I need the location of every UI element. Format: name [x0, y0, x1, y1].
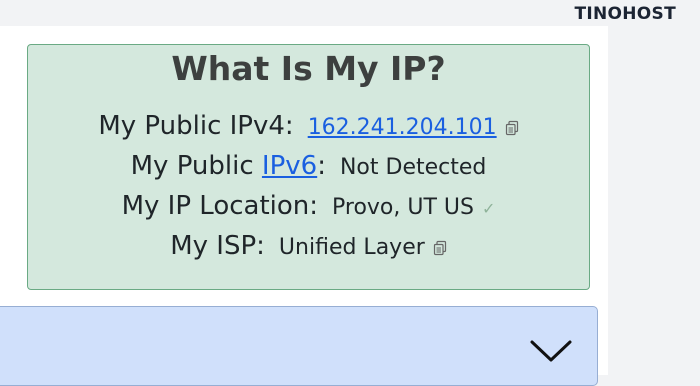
- copy-icon[interactable]: [505, 117, 519, 136]
- chevron-down-icon[interactable]: [529, 338, 573, 364]
- isp-value-group: Unified Layer: [279, 235, 447, 260]
- isp-row: My ISP: Unified Layer: [28, 231, 589, 261]
- check-icon: ✓: [481, 199, 496, 218]
- ip-info-card: What Is My IP? My Public IPv4: 162.241.2…: [27, 44, 590, 290]
- copy-icon[interactable]: [433, 237, 447, 256]
- brand-prefix: TINO: [574, 4, 623, 24]
- location-value: Provo, UT US: [332, 195, 474, 220]
- isp-value: Unified Layer: [278, 235, 425, 260]
- top-strip: TINOHOST: [0, 0, 700, 26]
- ipv4-label: My Public IPv4:: [98, 111, 294, 141]
- ipv6-row: My Public IPv6: Not Detected: [28, 151, 589, 181]
- location-label: My IP Location:: [121, 191, 319, 221]
- location-value-group: Provo, UT US ✓: [332, 195, 495, 220]
- ipv6-label: My Public IPv6:: [131, 151, 326, 181]
- isp-label: My ISP:: [170, 231, 265, 261]
- ipv6-label-prefix: My Public: [130, 151, 254, 181]
- ipv4-row: My Public IPv4: 162.241.204.101: [28, 111, 589, 141]
- card-title: What Is My IP?: [171, 49, 446, 88]
- ipv6-value: Not Detected: [339, 155, 487, 180]
- brand-watermark: TINOHOST: [574, 4, 676, 24]
- collapsed-accordion-panel[interactable]: [0, 306, 598, 386]
- brand-suffix: HOST: [622, 4, 676, 24]
- ipv4-value-group: 162.241.204.101: [308, 115, 519, 140]
- location-row: My IP Location: Provo, UT US ✓: [28, 191, 589, 221]
- ipv6-help-link[interactable]: IPv6: [262, 151, 317, 181]
- ipv4-value-link[interactable]: 162.241.204.101: [308, 115, 497, 140]
- ipv6-label-colon: :: [317, 151, 326, 181]
